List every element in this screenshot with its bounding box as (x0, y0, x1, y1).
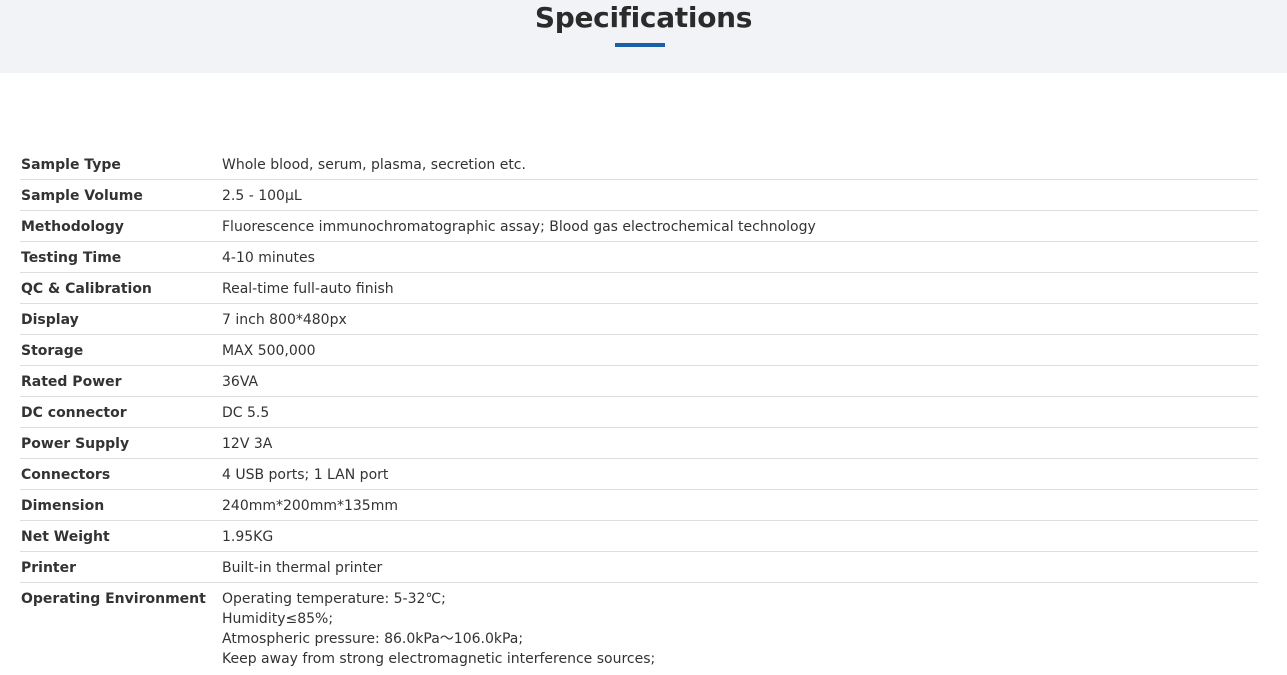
spec-label: Methodology (21, 219, 124, 235)
spec-label: Operating Environment (21, 591, 206, 607)
spec-value: 36VA (222, 372, 1258, 392)
spec-value: 240mm*200mm*135mm (222, 496, 1258, 516)
spec-row-rated-power: Rated Power 36VA (20, 366, 1258, 397)
page-title: Specifications (534, 1, 753, 34)
spec-value: Real-time full-auto finish (222, 279, 1258, 299)
spec-value: MAX 500,000 (222, 341, 1258, 361)
spec-row-display: Display 7 inch 800*480px (20, 304, 1258, 335)
spec-value-line: Built-in thermal printer (222, 560, 383, 576)
spec-label: Printer (21, 560, 77, 576)
title-underline (615, 43, 665, 47)
spec-row-testing-time: Testing Time 4-10 minutes (20, 242, 1258, 273)
spec-row-printer: Printer Built-in thermal printer (20, 552, 1258, 583)
spec-row-power-supply: Power Supply 12V 3A (20, 428, 1258, 459)
spec-value: DC 5.5 (222, 403, 1258, 423)
spec-label: Net Weight (21, 529, 110, 545)
spec-label: Connectors (21, 467, 111, 483)
spec-value: Whole blood, serum, plasma, secretion et… (222, 155, 1258, 175)
spec-value-line: Humidity≤85%; (222, 611, 334, 627)
spec-value: Fluorescence immunochromatographic assay… (222, 217, 1258, 237)
spec-value-line: 12V 3A (222, 436, 273, 452)
spec-value-line: 1.95KG (222, 529, 274, 545)
spec-value-line: Whole blood, serum, plasma, secretion et… (222, 157, 526, 173)
spec-row-dimension: Dimension 240mm*200mm*135mm (20, 490, 1258, 521)
spec-label: DC connector (21, 405, 127, 421)
spec-value-line: 36VA (222, 374, 259, 390)
spec-value-line: MAX 500,000 (222, 343, 316, 359)
spec-value: 4 USB ports; 1 LAN port (222, 465, 1258, 485)
spec-label: Power Supply (21, 436, 130, 452)
spec-value: 4-10 minutes (222, 248, 1258, 268)
spec-value: 12V 3A (222, 434, 1258, 454)
spec-value-line: Keep away from strong electromagnetic in… (222, 651, 656, 667)
spec-value-line: Atmospheric pressure: 86.0kPa～106.0kPa; (222, 631, 524, 647)
spec-value-line: 2.5 - 100μL (222, 188, 302, 204)
spec-label: Sample Volume (21, 188, 143, 204)
spec-value-line: Real-time full-auto finish (222, 281, 394, 297)
spec-label: Sample Type (21, 157, 121, 173)
spec-row-connectors: Connectors 4 USB ports; 1 LAN port (20, 459, 1258, 490)
spec-value: 7 inch 800*480px (222, 310, 1258, 330)
spec-value-line: 4-10 minutes (222, 250, 315, 266)
spec-row-qc-calibration: QC & Calibration Real-time full-auto fin… (20, 273, 1258, 304)
spec-label: Testing Time (21, 250, 122, 266)
spec-value-line: 7 inch 800*480px (222, 312, 347, 328)
spec-value: Built-in thermal printer (222, 558, 1258, 578)
spec-row-methodology: Methodology Fluorescence immunochromatog… (20, 211, 1258, 242)
spec-value: 1.95KG (222, 527, 1258, 547)
spec-value-line: Operating temperature: 5-32℃; (222, 591, 446, 607)
spec-label: Dimension (21, 498, 105, 514)
spec-label: Rated Power (21, 374, 122, 390)
spec-value-line: DC 5.5 (222, 405, 270, 421)
spec-row-sample-volume: Sample Volume 2.5 - 100μL (20, 180, 1258, 211)
spec-row-operating-environment: Operating Environment Operating temperat… (20, 583, 1258, 669)
specifications-table: Sample Type Whole blood, serum, plasma, … (20, 149, 1258, 669)
spec-label: Display (21, 312, 79, 328)
spec-value-line: 240mm*200mm*135mm (222, 498, 398, 514)
spec-label: Storage (21, 343, 84, 359)
spec-row-storage: Storage MAX 500,000 (20, 335, 1258, 366)
spec-label: QC & Calibration (21, 281, 152, 297)
spec-value: 2.5 - 100μL (222, 186, 1258, 206)
spec-value: Operating temperature: 5-32℃; Humidity≤8… (222, 589, 1258, 669)
spec-value-line: Fluorescence immunochromatographic assay… (222, 219, 816, 235)
spec-row-dc-connector: DC connector DC 5.5 (20, 397, 1258, 428)
spec-row-sample-type: Sample Type Whole blood, serum, plasma, … (20, 149, 1258, 180)
spec-value-line: 4 USB ports; 1 LAN port (222, 467, 389, 483)
specifications-header: Specifications (0, 0, 1287, 73)
spec-row-net-weight: Net Weight 1.95KG (20, 521, 1258, 552)
